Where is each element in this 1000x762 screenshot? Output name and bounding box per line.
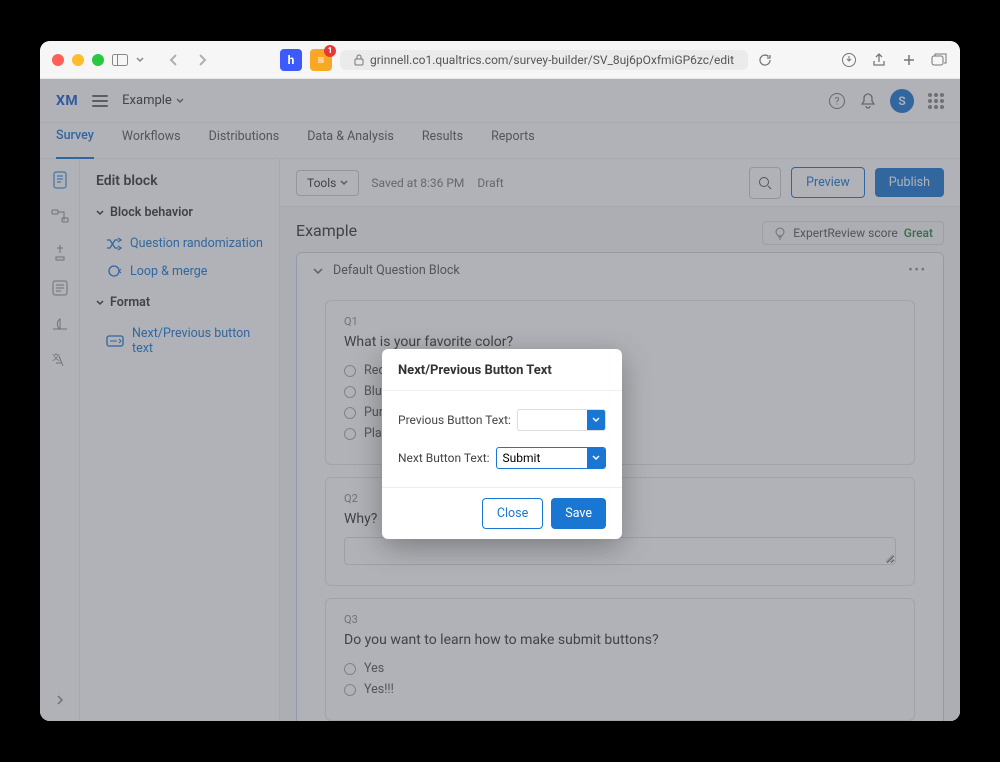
tabs-icon[interactable]: [930, 51, 948, 69]
download-icon[interactable]: [840, 51, 858, 69]
share-icon[interactable]: [870, 51, 888, 69]
minimize-window-button[interactable]: [72, 54, 84, 66]
next-button-text-label: Next Button Text:: [398, 451, 490, 465]
next-dropdown-button[interactable]: [587, 448, 605, 468]
nav-forward-button[interactable]: [190, 48, 214, 72]
url-bar[interactable]: grinnell.co1.qualtrics.com/survey-builde…: [340, 50, 748, 70]
browser-window: h ≡1 grinnell.co1.qualtrics.com/survey-b…: [40, 41, 960, 721]
nav-back-button[interactable]: [162, 48, 186, 72]
next-button-text-input[interactable]: [497, 449, 587, 467]
app: XM Example ? S Survey Workflows Distribu…: [40, 79, 960, 721]
chevron-down-icon: [592, 455, 600, 461]
chevron-down-icon: [592, 417, 600, 423]
window-controls: [52, 54, 104, 66]
next-previous-button-text-dialog: Next/Previous Button Text Previous Butto…: [382, 349, 622, 539]
reload-button[interactable]: [756, 51, 774, 69]
close-window-button[interactable]: [52, 54, 64, 66]
next-button-text-field[interactable]: [496, 447, 606, 469]
previous-dropdown-button[interactable]: [587, 410, 605, 430]
dialog-title: Next/Previous Button Text: [382, 349, 622, 391]
maximize-window-button[interactable]: [92, 54, 104, 66]
save-button[interactable]: Save: [551, 498, 606, 529]
extension-honey-icon[interactable]: h: [280, 49, 302, 71]
sidebar-toggle-icon[interactable]: [112, 52, 128, 68]
extension-badge: 1: [324, 45, 336, 57]
titlebar: h ≡1 grinnell.co1.qualtrics.com/survey-b…: [40, 41, 960, 79]
url-text: grinnell.co1.qualtrics.com/survey-builde…: [370, 53, 734, 67]
previous-button-text-input[interactable]: [518, 411, 587, 429]
previous-button-text-field[interactable]: [517, 409, 606, 431]
chevron-down-icon[interactable]: [136, 56, 144, 64]
lock-icon: [354, 54, 364, 66]
close-button[interactable]: Close: [482, 498, 543, 529]
previous-button-text-label: Previous Button Text:: [398, 413, 511, 427]
new-tab-icon[interactable]: [900, 51, 918, 69]
extension-icon[interactable]: ≡1: [310, 49, 332, 71]
